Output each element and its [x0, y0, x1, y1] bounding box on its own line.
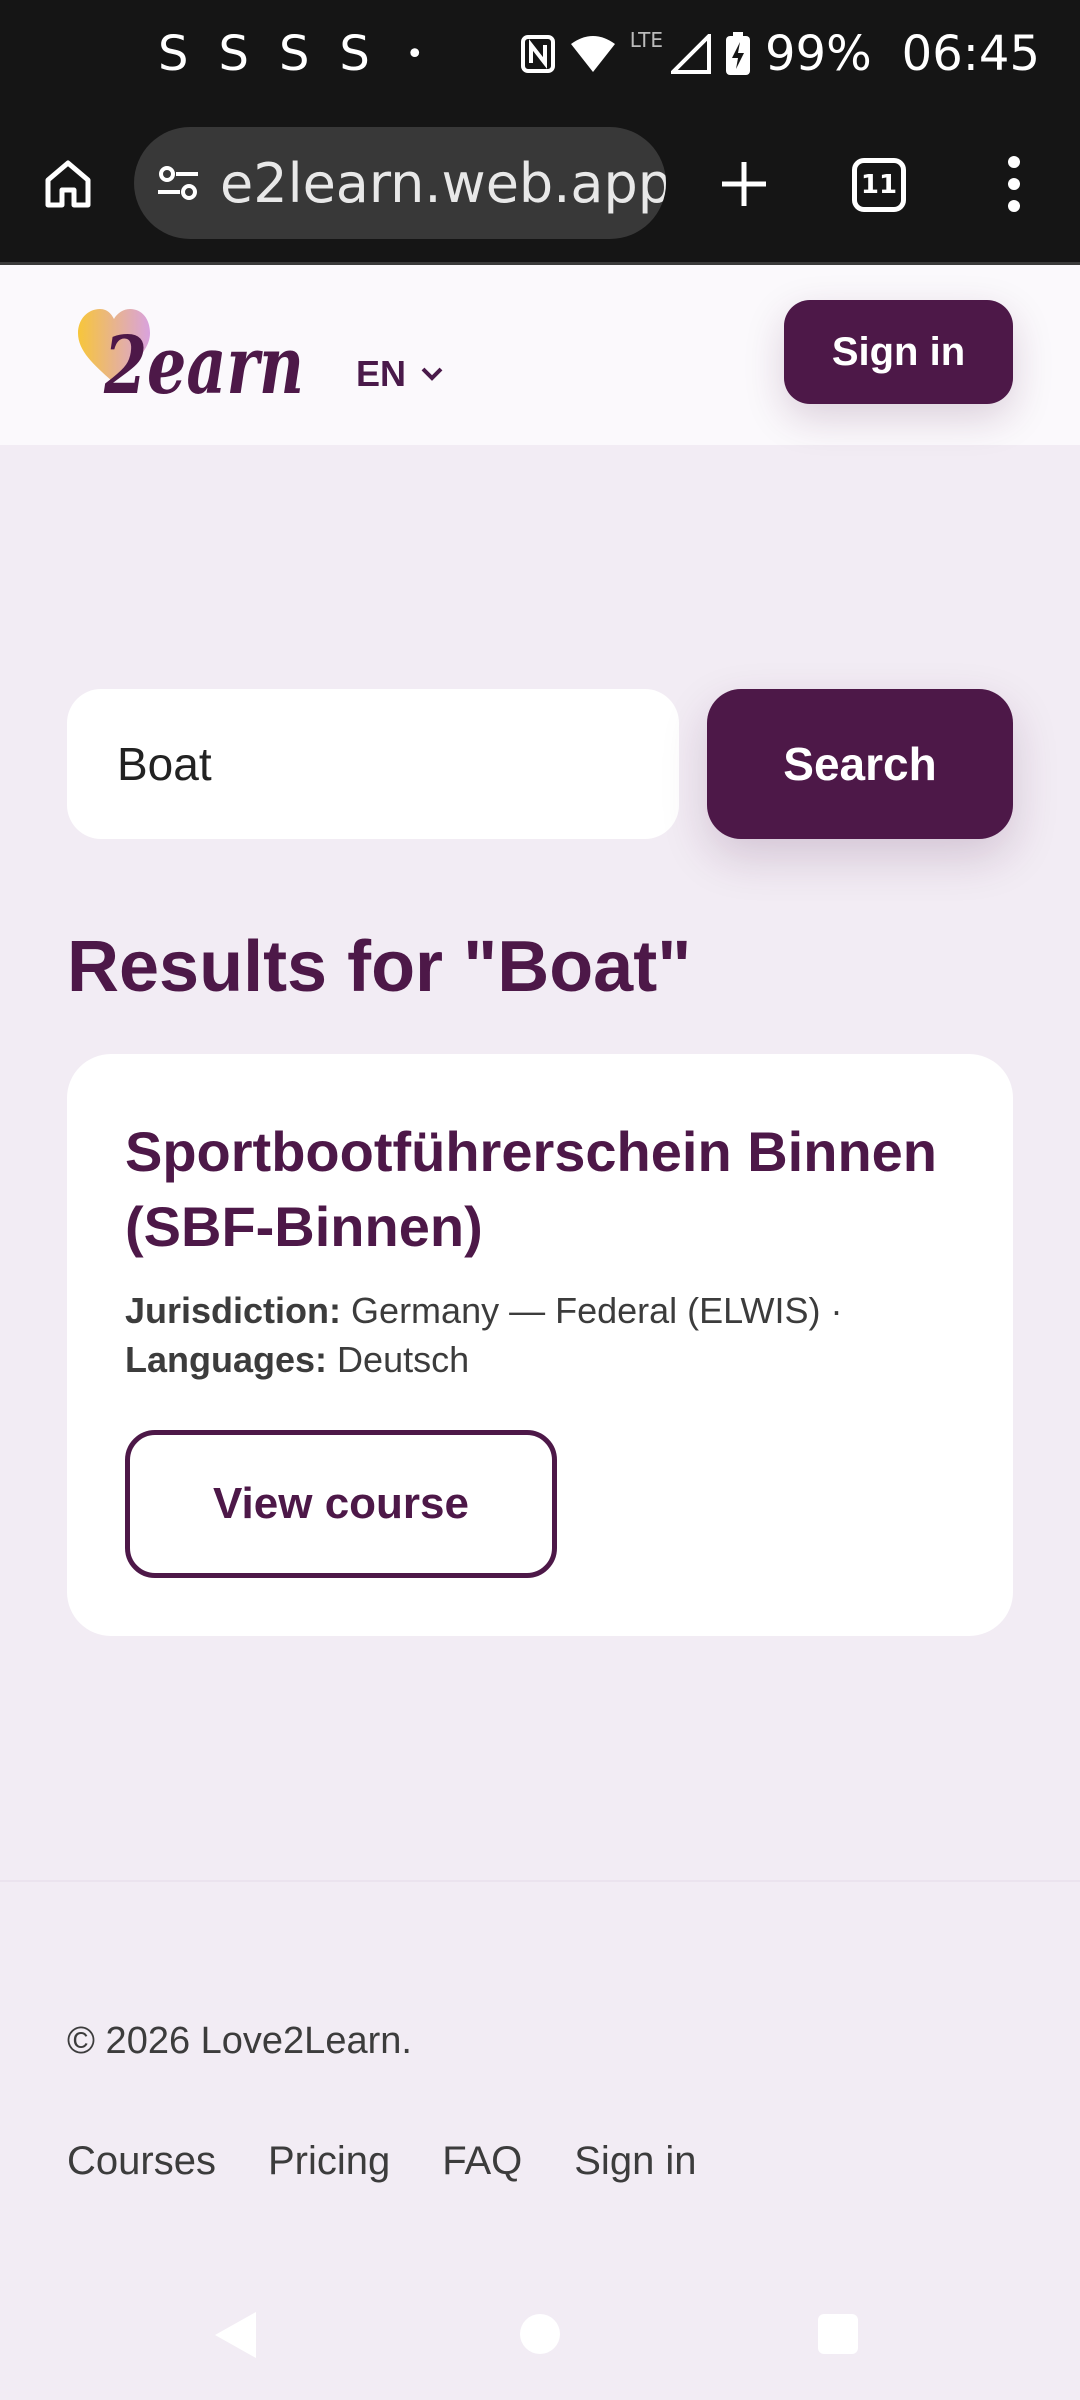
- love2learn-logo[interactable]: 2earn: [76, 303, 316, 413]
- signal-icon: [670, 34, 711, 74]
- language-selector[interactable]: EN: [356, 349, 444, 399]
- jurisdiction-label: Jurisdiction:: [125, 1290, 342, 1331]
- chevron-down-icon: [421, 367, 443, 381]
- footer-links: Courses Pricing FAQ Sign in: [67, 2139, 697, 2184]
- languages-label: Languages:: [125, 1339, 328, 1380]
- new-tab-button[interactable]: [708, 148, 780, 220]
- footer-link-sign-in[interactable]: Sign in: [574, 2139, 696, 2184]
- browser-menu-button[interactable]: [990, 148, 1038, 220]
- languages-value: Deutsch: [337, 1339, 470, 1380]
- notification-s-icon: S: [218, 26, 249, 82]
- search-input[interactable]: Boat: [67, 689, 679, 839]
- jurisdiction-value: Germany — Federal (ELWIS) ·: [351, 1290, 843, 1331]
- home-nav-icon[interactable]: [520, 2314, 560, 2354]
- footer-link-pricing[interactable]: Pricing: [268, 2139, 390, 2184]
- plus-icon: [722, 162, 766, 206]
- view-course-button[interactable]: View course: [125, 1430, 557, 1578]
- menu-dot: [1008, 156, 1020, 168]
- site-settings-icon[interactable]: [156, 161, 200, 205]
- notification-s-icon: S: [278, 26, 310, 82]
- address-bar[interactable]: e2learn.web.app: [134, 127, 666, 239]
- browser-toolbar: e2learn.web.app 11: [0, 108, 1080, 262]
- battery-percent: 99%: [764, 26, 872, 82]
- battery-charging-icon: [725, 32, 751, 76]
- menu-dot: [1008, 200, 1020, 212]
- course-meta: Jurisdiction: Germany — Federal (ELWIS) …: [125, 1286, 985, 1384]
- back-icon[interactable]: [212, 2310, 258, 2360]
- language-label: EN: [356, 353, 407, 394]
- system-navigation-bar: [0, 2280, 1080, 2400]
- copyright-text: © 2026 Love2Learn.: [67, 2020, 412, 2062]
- status-bar: S S S S • LTE 99% 06:45: [0, 0, 1080, 108]
- wifi-icon: [570, 34, 616, 74]
- notification-s-icon: S: [158, 26, 189, 82]
- header-sign-in-button[interactable]: Sign in: [784, 300, 1013, 404]
- notification-icons: S S S S •: [158, 24, 424, 84]
- course-title[interactable]: Sportbootführerschein Binnen (SBF-Binnen…: [125, 1114, 965, 1264]
- recents-icon[interactable]: [818, 2314, 858, 2354]
- notification-s-icon: S: [339, 26, 370, 82]
- logo-wordmark: 2earn: [103, 318, 304, 412]
- footer-link-faq[interactable]: FAQ: [442, 2139, 522, 2184]
- footer-divider: [0, 1880, 1080, 1882]
- browser-home-button[interactable]: [36, 152, 100, 216]
- search-button[interactable]: Search: [707, 689, 1013, 839]
- site-header: 2earn EN Sign in: [0, 265, 1080, 445]
- home-icon: [45, 160, 91, 208]
- tab-switcher-button[interactable]: 11: [852, 158, 906, 212]
- menu-dot: [1008, 178, 1020, 190]
- clock: 06:45: [901, 26, 1040, 82]
- course-result-card: Sportbootführerschein Binnen (SBF-Binnen…: [67, 1054, 1013, 1636]
- nfc-icon: [520, 34, 556, 74]
- more-notifications-dot: •: [405, 36, 424, 72]
- lte-label: LTE: [629, 28, 663, 52]
- url-text[interactable]: e2learn.web.app: [220, 152, 666, 215]
- results-heading: Results for "Boat": [67, 927, 692, 1007]
- footer-link-courses[interactable]: Courses: [67, 2139, 216, 2184]
- system-icons: LTE 99% 06:45: [520, 20, 1040, 88]
